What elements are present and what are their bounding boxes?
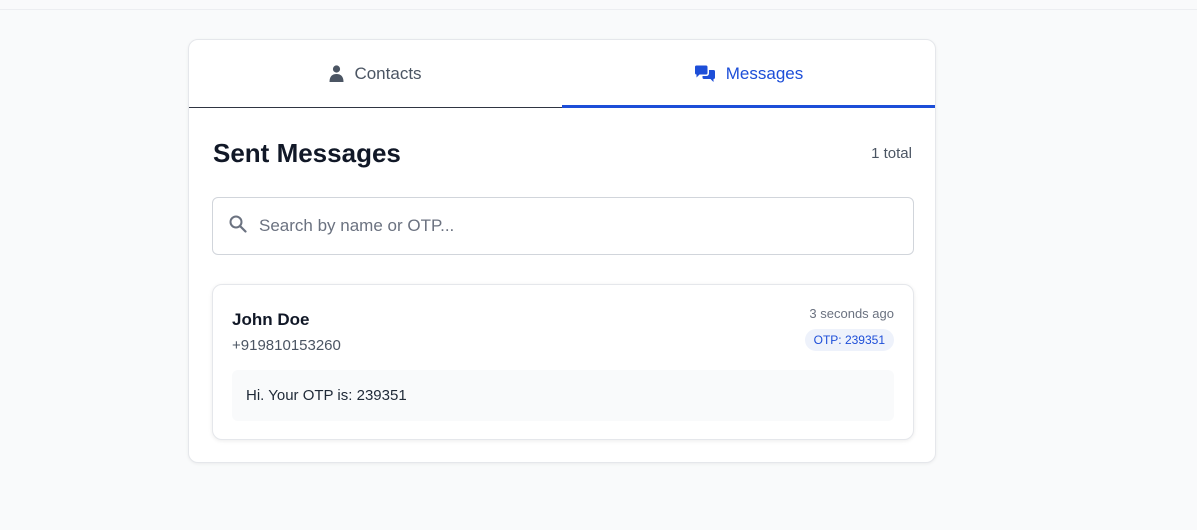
section-header: Sent Messages 1 total — [213, 138, 912, 169]
tab-contacts-label: Contacts — [354, 63, 422, 83]
tab-messages-label: Messages — [725, 63, 804, 83]
contact-name: John Doe — [232, 310, 310, 329]
message-timestamp: 3 seconds ago — [809, 306, 894, 321]
message-body: Hi. Your OTP is: 239351 — [232, 370, 894, 421]
chat-bubbles-icon — [694, 65, 716, 83]
otp-badge: OTP: 239351 — [804, 329, 894, 351]
main-card: Contacts Messages Sent Messages 1 total … — [188, 39, 936, 463]
tab-contacts[interactable]: Contacts — [189, 40, 562, 107]
top-divider — [0, 9, 1197, 10]
user-icon — [329, 65, 344, 82]
tab-bar: Contacts Messages — [189, 40, 935, 108]
search-box[interactable] — [212, 197, 914, 255]
contact-phone: +919810153260 — [232, 337, 341, 354]
message-count: 1 total — [871, 145, 912, 162]
search-input[interactable] — [259, 216, 859, 236]
message-card[interactable]: John Doe +919810153260 3 seconds ago OTP… — [212, 284, 914, 440]
tab-messages[interactable]: Messages — [562, 40, 935, 108]
search-icon — [229, 215, 247, 238]
page-title: Sent Messages — [213, 138, 401, 168]
